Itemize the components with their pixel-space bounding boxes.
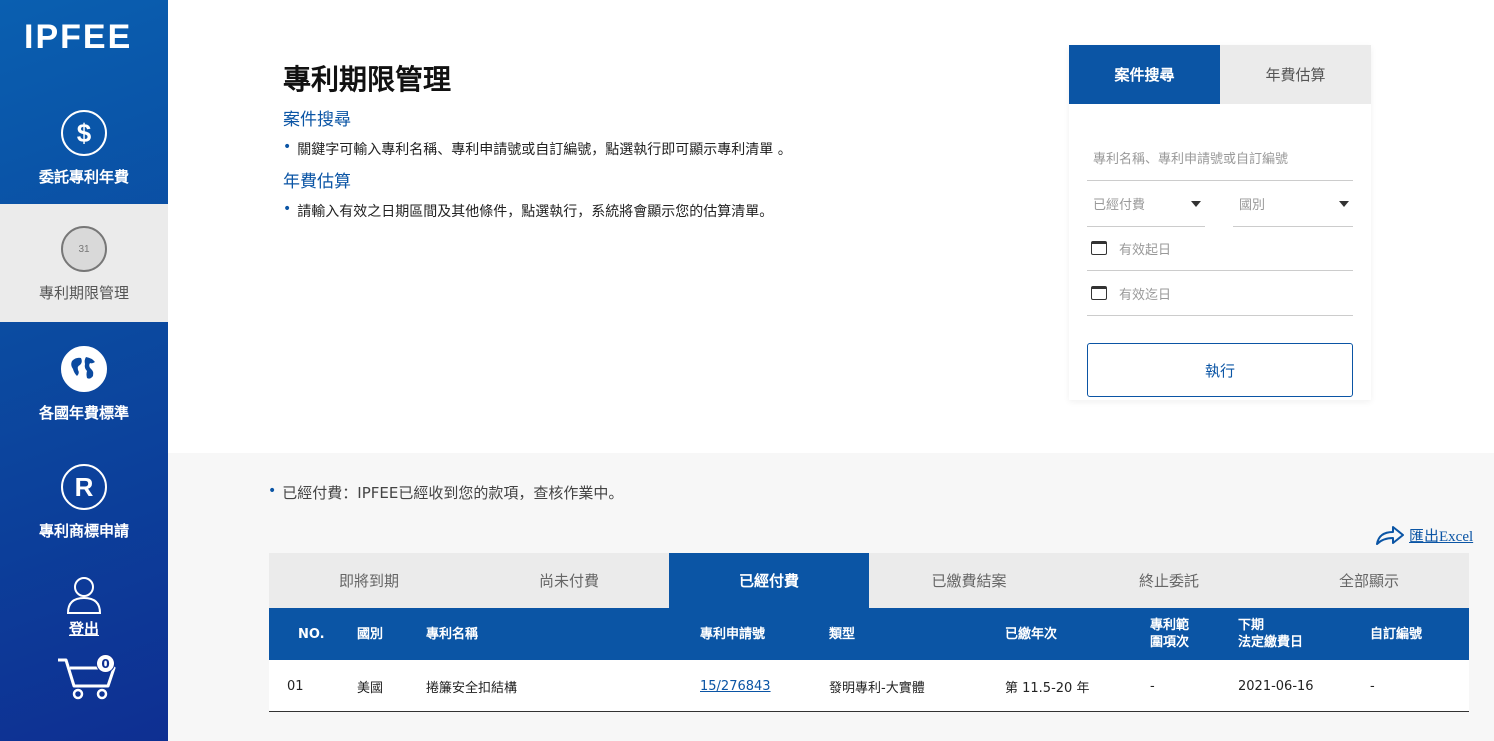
nav-item-patent-annuity[interactable]: $ 委託專利年費: [0, 96, 168, 204]
col-claim-scope: 專利範 圍項次: [1150, 618, 1190, 650]
case-search-description: • 關鍵字可輸入專利名稱、專利申請號或自訂編號，點選執行即可顯示專利清單 。: [283, 139, 792, 158]
share-arrow-icon: [1376, 526, 1404, 545]
cell-type: 發明專利-大實體: [829, 680, 925, 696]
section-heading-fee-estimate: 年費估算: [283, 172, 351, 192]
logout-label: 登出: [68, 620, 99, 638]
cell-custom-id: -: [1370, 678, 1375, 694]
user-icon: [66, 577, 102, 614]
col-custom-id: 自訂編號: [1370, 626, 1423, 642]
payment-status-select[interactable]: 已經付費: [1087, 181, 1205, 227]
end-date-input[interactable]: 有效迄日: [1087, 271, 1353, 316]
col-patent-name: 專利名稱: [426, 626, 479, 642]
sidebar: IPFEE $ 委託專利年費 31 專利期限管理 各國年費標準 R 專利商標申請…: [0, 0, 168, 741]
tab-unpaid[interactable]: 尚未付費: [469, 553, 669, 608]
cell-patent-name: 捲簾安全扣結構: [426, 680, 518, 696]
status-tabs: 即將到期 尚未付費 已經付費 已繳費結案 終止委託 全部顯示: [269, 553, 1469, 608]
col-country: 國別: [357, 626, 384, 642]
tab-paid[interactable]: 已經付費: [669, 553, 869, 608]
calendar-icon: [1091, 241, 1107, 255]
col-paid-years: 已繳年次: [1005, 626, 1058, 642]
section-heading-case-search: 案件搜尋: [283, 110, 351, 130]
bullet-icon: •: [268, 483, 277, 499]
tab-terminated[interactable]: 終止委託: [1069, 553, 1269, 608]
table-row: 01 美國 捲簾安全扣結構 15/276843 發明專利-大實體 第 11.5-…: [269, 660, 1469, 712]
registered-icon: R: [61, 464, 107, 510]
bullet-icon: •: [283, 201, 292, 217]
execute-button[interactable]: 執行: [1087, 343, 1353, 397]
page-title: 專利期限管理: [283, 63, 452, 96]
tab-closed[interactable]: 已繳費結案: [869, 553, 1069, 608]
tab-case-search[interactable]: 案件搜尋: [1069, 45, 1220, 104]
col-application-no: 專利申請號: [700, 626, 766, 642]
tab-fee-estimate[interactable]: 年費估算: [1220, 45, 1371, 104]
application-no-link[interactable]: 15/276843: [700, 679, 771, 694]
calendar-icon: [1091, 286, 1107, 300]
col-type: 類型: [829, 626, 856, 642]
nav-label: 專利商標申請: [38, 522, 129, 540]
nav-label: 委託專利年費: [38, 168, 129, 186]
cell-application-no: 15/276843: [700, 660, 771, 712]
nav-item-trademark-application[interactable]: R 專利商標申請: [0, 450, 168, 562]
search-panel: 案件搜尋 年費估算 專利名稱、專利申請號或自訂編號 已經付費 國別 有效起日 有…: [1069, 45, 1371, 400]
nav-label: 專利期限管理: [38, 284, 129, 302]
col-next-due-date: 下期 法定繳費日: [1238, 618, 1304, 650]
chevron-down-icon: [1339, 200, 1349, 207]
globe-icon: [61, 346, 107, 392]
nav-item-country-fees[interactable]: 各國年費標準: [0, 332, 168, 444]
chevron-down-icon: [1191, 200, 1201, 207]
dollar-icon: $: [61, 110, 107, 156]
bullet-icon: •: [283, 139, 292, 155]
cell-due-date: 2021-06-16: [1238, 678, 1314, 694]
nav-label: 各國年費標準: [38, 404, 129, 422]
cart-count-badge: 0: [96, 654, 115, 673]
cell-no: 01: [287, 678, 304, 694]
cell-paid-years: 第 11.5-20 年: [1005, 680, 1090, 696]
export-excel-link[interactable]: 匯出Excel: [1375, 524, 1473, 546]
tab-expiring-soon[interactable]: 即將到期: [269, 553, 469, 608]
calendar-icon: 31: [61, 226, 107, 272]
country-select[interactable]: 國別: [1233, 181, 1353, 227]
fee-estimate-description: • 請輸入有效之日期區間及其他條件，點選執行，系統將會顯示您的估算清單。: [283, 201, 774, 220]
status-note: • 已經付費：IPFEE已經收到您的款項，查核作業中。: [268, 483, 624, 502]
nav-item-deadline-management[interactable]: 31 專利期限管理: [0, 204, 168, 322]
tab-show-all[interactable]: 全部顯示: [1269, 553, 1469, 608]
ipfee-logo[interactable]: IPFEE: [24, 18, 132, 57]
cell-country: 美國: [357, 680, 384, 696]
start-date-input[interactable]: 有效起日: [1087, 226, 1353, 271]
keyword-search-input[interactable]: 專利名稱、專利申請號或自訂編號: [1087, 135, 1353, 181]
col-no: NO.: [298, 626, 325, 642]
table-header: NO. 國別 專利名稱 專利申請號 類型 已繳年次 專利範 圍項次 下期 法定繳…: [269, 608, 1469, 660]
cell-claim-scope: -: [1150, 678, 1155, 694]
logout-button[interactable]: 登出: [0, 576, 168, 639]
